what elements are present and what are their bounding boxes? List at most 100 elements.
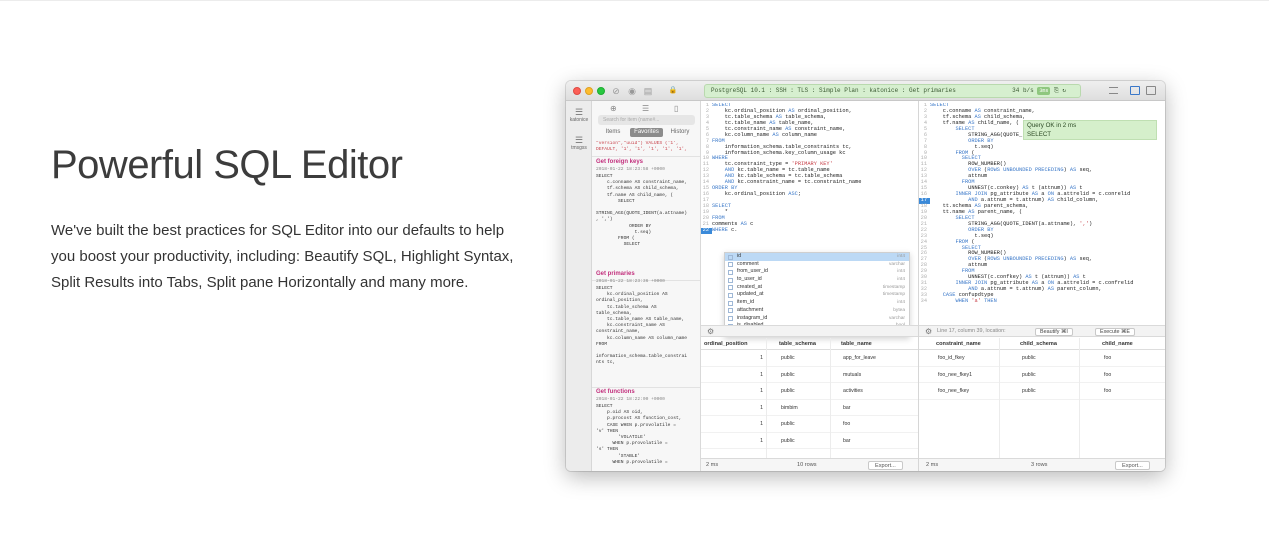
status-actions-icon[interactable]: ⎘ ↻	[1054, 87, 1066, 94]
autocomplete-name: instagram_id	[737, 314, 768, 321]
export-button[interactable]: Export...	[868, 461, 903, 470]
column-icon	[728, 308, 733, 314]
autocomplete-item[interactable]: item_id int4	[725, 299, 909, 307]
execute-button[interactable]: Execute ⌘E	[1095, 328, 1135, 336]
autocomplete-type: timestamp	[882, 284, 905, 290]
autocomplete-item[interactable]: attachment bytea	[725, 307, 909, 315]
autocomplete-name: from_user_id	[737, 268, 768, 275]
list-icon[interactable]: ▤	[642, 85, 654, 97]
table-row[interactable]: 1 public foo	[701, 416, 918, 433]
table-cell: foo	[1104, 371, 1112, 378]
gear-icon[interactable]: ⚙	[707, 326, 714, 337]
results-footer: 2 ms 3 rows Export...	[919, 458, 1165, 471]
column-icon	[728, 277, 733, 283]
autocomplete-type: int4	[897, 254, 905, 259]
toggle-panel-icon[interactable]	[1146, 86, 1156, 95]
rail-item-katonice[interactable]: ☰ katonice	[566, 107, 592, 123]
autocomplete-item[interactable]: created_at timestamp	[725, 284, 909, 292]
beautify-button[interactable]: Beautify ⌘I	[1035, 328, 1073, 336]
table-cell: bimbim	[781, 404, 798, 411]
autocomplete-item[interactable]: instagram_id varchar	[725, 315, 909, 323]
editor-pane-left: 1 SELECT 2 kc.ordinal_position AS ordinal_…	[701, 101, 919, 471]
snippet-body: SELECT kc.ordinal_position AS ordinal_po…	[596, 286, 687, 366]
zoom-window-button[interactable]	[597, 87, 605, 95]
tab-items[interactable]: Items	[598, 128, 628, 137]
column-icon	[728, 316, 733, 321]
autocomplete-name: attachment	[737, 306, 764, 313]
query-result-tooltip: Query OK in 2 ms SELECT	[1023, 120, 1157, 140]
export-button[interactable]: Export...	[1115, 461, 1150, 470]
autocomplete-type: varchar	[889, 315, 905, 321]
table-cell: foo_id_fkey	[938, 355, 965, 361]
snippet-title[interactable]: Get primaries	[596, 271, 635, 277]
gear-icon[interactable]: ⚙	[925, 326, 932, 337]
autocomplete-item[interactable]: from_user_id int4	[725, 268, 909, 276]
lock-icon[interactable]: 🔒	[667, 85, 679, 97]
autocomplete-item[interactable]: id int4	[725, 253, 909, 261]
table-row[interactable]: 1 bimbim bar	[701, 400, 918, 416]
favorites-sidebar: ⊕ ☰ ▯ Search for item (name#... Items Fa…	[592, 101, 701, 471]
column-header[interactable]: table_name	[841, 338, 872, 350]
table-row[interactable]: 1 public mutuals	[701, 367, 918, 383]
column-header[interactable]: child_schema	[1020, 338, 1057, 350]
sidebar-tabs: Items Favorites History	[598, 128, 695, 137]
table-cell: public	[781, 421, 795, 427]
toggle-sidebar-icon[interactable]	[1130, 86, 1140, 95]
code-text: kc.ordinal_position ASC;	[712, 191, 802, 198]
table-cell: public	[1022, 388, 1036, 394]
editor-toolbar: ⚙ Line 17, column 39, location: Beautify…	[919, 325, 1165, 337]
preview-icon[interactable]: ◉	[626, 85, 638, 97]
snippet-title[interactable]: Get functions	[596, 389, 635, 395]
app-window: ⊘ ◉ ▤ 🔒 PostgreSQL 10.1 : SSH : TLS : Si…	[566, 81, 1165, 471]
document-icon[interactable]: ▯	[674, 104, 678, 113]
column-icon	[728, 254, 733, 260]
column-divider	[999, 338, 1000, 458]
table-row[interactable]: foo_id_fkey public foo	[919, 350, 1165, 367]
autocomplete-name: item_id	[737, 299, 755, 306]
status-badge: 3ms	[1037, 87, 1051, 95]
snippet-body: SELECT c.conname AS constraint_name, tf.…	[596, 174, 687, 248]
autocomplete-name: id	[737, 253, 742, 259]
close-window-button[interactable]	[573, 87, 581, 95]
divider	[592, 387, 700, 388]
menu-icon[interactable]	[1109, 87, 1118, 94]
column-header[interactable]: ordinal_position	[704, 338, 748, 350]
snippet-title[interactable]: Get foreign keys	[596, 159, 643, 165]
table-cell: 1	[760, 371, 763, 378]
column-header[interactable]: table_schema	[779, 338, 816, 350]
table-row[interactable]: foo_nee_fkey1 public foo	[919, 367, 1165, 383]
database-icon[interactable]: ☰	[642, 104, 649, 113]
table-cell: public	[1022, 355, 1036, 361]
snippet-body: SELECT p.oid AS oid, p.procost AS functi…	[596, 404, 682, 465]
table-row[interactable]: 1 public activities	[701, 383, 918, 400]
connection-status-bar: PostgreSQL 10.1 : SSH : TLS : Simple Pla…	[704, 84, 1081, 98]
snippet-preview: "version","uuid") VALUES ('1', DEFAULT, …	[596, 141, 687, 153]
add-icon[interactable]: ⊕	[610, 104, 617, 113]
minimize-window-button[interactable]	[585, 87, 593, 95]
sidebar-search-input[interactable]: Search for item (name#...	[598, 115, 695, 125]
column-header[interactable]: child_name	[1102, 338, 1133, 350]
rail-item-label: tmsgss	[571, 145, 587, 151]
sidebar-toolbar: ⊕ ☰ ▯	[592, 104, 700, 114]
table-row[interactable]: 1 public app_for_leave	[701, 350, 918, 367]
table-row[interactable]: 1 public bar	[701, 433, 918, 449]
rail-item-tmsgss[interactable]: ☰ tmsgss	[566, 135, 592, 151]
code-text: WHERE c.	[712, 226, 738, 233]
code-line[interactable]: 22 WHERE c.	[701, 226, 918, 234]
autocomplete-item[interactable]: comment varchar	[725, 261, 909, 269]
table-cell: foo	[1104, 355, 1112, 361]
tab-history[interactable]: History	[665, 128, 695, 137]
column-divider	[1079, 338, 1080, 458]
table-row[interactable]: foo_nee_fkey public foo	[919, 383, 1165, 400]
column-header[interactable]: constraint_name	[936, 338, 981, 350]
tab-favorites[interactable]: Favorites	[630, 128, 663, 137]
row-count: 10 rows	[797, 462, 817, 468]
code-line[interactable]: 34 WHEN 'a' THEN	[919, 298, 1165, 305]
table-cell: public	[781, 355, 795, 361]
autocomplete-item[interactable]: to_user_id int4	[725, 276, 909, 284]
snippet-date: 2018-01-22 18:22:00 +0000	[596, 397, 665, 402]
autocomplete-item[interactable]: updated_at timestamp	[725, 291, 909, 299]
stop-icon[interactable]: ⊘	[610, 85, 622, 97]
table-cell: app_for_leave	[843, 355, 876, 361]
results-footer: 2 ms 10 rows Export...	[701, 458, 918, 471]
